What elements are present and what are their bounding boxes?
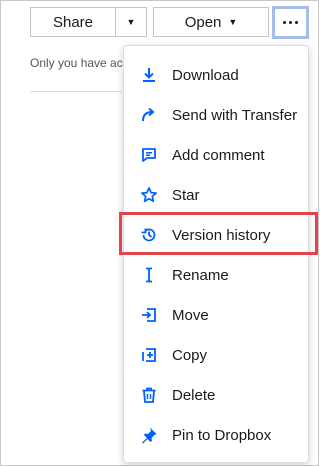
ellipsis-icon: [283, 21, 298, 24]
menu-item-delete[interactable]: Delete: [124, 375, 310, 415]
menu-item-label: Star: [172, 186, 200, 204]
menu-item-label: Send with Transfer: [172, 106, 298, 124]
trash-icon: [140, 386, 158, 404]
comment-icon: [140, 146, 158, 164]
star-icon: [140, 186, 158, 204]
menu-item-pin-to-dropbox[interactable]: Pin to Dropbox: [124, 415, 310, 455]
menu-item-copy[interactable]: Copy: [124, 335, 310, 375]
menu-item-label: Copy: [172, 346, 208, 364]
download-icon: [140, 66, 158, 84]
open-button-label: Open: [184, 13, 222, 31]
menu-item-star[interactable]: Star: [124, 175, 310, 215]
caret-down-icon: ▼: [126, 17, 136, 27]
open-button[interactable]: Open ▼: [153, 7, 269, 37]
divider: [30, 91, 122, 92]
menu-item-label: Pin to Dropbox: [172, 426, 272, 444]
text-cursor-icon: [140, 266, 158, 284]
menu-item-add-comment[interactable]: Add comment: [124, 135, 310, 175]
share-button-label: Share: [52, 13, 94, 31]
more-options-button[interactable]: [272, 6, 309, 39]
share-button[interactable]: Share: [30, 7, 115, 37]
menu-item-move[interactable]: Move: [124, 295, 310, 335]
sharing-note: Only you have ac: [30, 56, 123, 70]
app-frame: Share ▼ Open ▼ Only you have ac Download…: [0, 0, 319, 466]
menu-item-label: Move: [172, 306, 209, 324]
menu-item-rename[interactable]: Rename: [124, 255, 310, 295]
caret-down-icon: ▼: [228, 17, 238, 27]
menu-item-label: Delete: [172, 386, 216, 404]
menu-item-label: Add comment: [172, 146, 265, 164]
send-arrow-icon: [140, 106, 158, 124]
share-dropdown-button[interactable]: ▼: [115, 7, 147, 37]
menu-item-label: Download: [172, 66, 239, 84]
move-icon: [140, 306, 158, 324]
menu-item-download[interactable]: Download: [124, 55, 310, 95]
pin-icon: [140, 426, 158, 444]
menu-item-label: Rename: [172, 266, 229, 284]
version-history-highlight: [119, 212, 318, 255]
menu-item-send-with-transfer[interactable]: Send with Transfer: [124, 95, 310, 135]
copy-icon: [140, 346, 158, 364]
